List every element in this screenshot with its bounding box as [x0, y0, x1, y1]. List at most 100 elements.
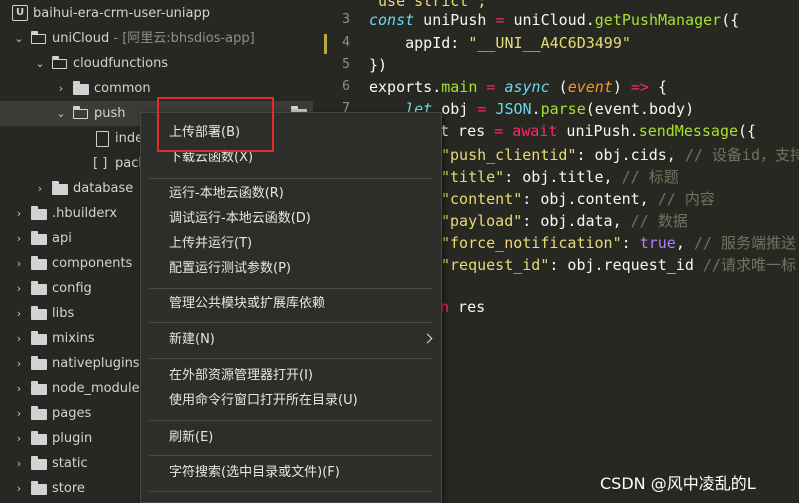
- chevron-right-icon[interactable]: ›: [13, 226, 25, 251]
- chevron-right-icon[interactable]: ›: [13, 401, 25, 426]
- chevron-down-icon[interactable]: ⌄: [34, 51, 46, 76]
- folder-icon: [31, 256, 47, 270]
- tree-item-label: common: [94, 81, 151, 96]
- menu-item-upload-and-run[interactable]: 上传并运行(T): [141, 231, 441, 256]
- tree-item-label: nativeplugins: [52, 356, 140, 371]
- chevron-right-icon[interactable]: ›: [34, 176, 46, 201]
- menu-item-refresh[interactable]: 刷新(E): [141, 425, 441, 450]
- code-line: "force_notification": true, // 服务端推送: [441, 234, 796, 252]
- tree-item-cloudfunctions[interactable]: ⌄ cloudfunctions: [0, 51, 313, 76]
- chevron-right-icon: [422, 333, 433, 344]
- chevron-right-icon[interactable]: ›: [13, 251, 25, 276]
- menu-item-debug-local[interactable]: 调试运行-本地云函数(D): [141, 206, 441, 231]
- chevron-right-icon[interactable]: ›: [13, 376, 25, 401]
- folder-icon: [31, 456, 47, 470]
- tree-item-label: libs: [52, 306, 75, 321]
- menu-item-open-in-explorer[interactable]: 在外部资源管理器打开(I): [141, 363, 441, 388]
- code-line: t res = await uniPush.sendMessage({: [440, 122, 757, 140]
- code-line: "payload": obj.data, // 数据: [441, 212, 688, 230]
- tree-item-label: static: [52, 456, 88, 471]
- folder-icon: [73, 81, 89, 95]
- menu-divider: [149, 420, 433, 421]
- code-line: 'use strict';: [369, 0, 487, 10]
- context-menu: 上传部署(B) 下载云函数(X) 运行-本地云函数(R) 调试运行-本地云函数(…: [140, 112, 442, 503]
- chevron-right-icon[interactable]: ›: [13, 326, 25, 351]
- tree-item-label: config: [52, 281, 92, 296]
- menu-item-run-local[interactable]: 运行-本地云函数(R): [141, 181, 441, 206]
- watermark: CSDN @风中凌乱的L: [600, 474, 756, 493]
- tree-item-label: api: [52, 231, 72, 246]
- code-line: exports.main = async (event) => {: [369, 78, 668, 96]
- chevron-right-icon[interactable]: ›: [13, 276, 25, 301]
- code-line: "content": obj.content, // 内容: [441, 190, 715, 208]
- folder-icon: [31, 306, 47, 320]
- line-number: 3: [342, 12, 350, 27]
- folder-icon: [31, 481, 47, 495]
- folder-icon: [31, 431, 47, 445]
- menu-divider: [149, 178, 433, 179]
- chevron-down-icon[interactable]: ⌄: [13, 26, 25, 51]
- modified-line-marker: [324, 34, 327, 54]
- menu-divider: [149, 455, 433, 456]
- tree-item-label: uniCloud: [52, 31, 110, 46]
- tree-item-label: database: [73, 181, 134, 196]
- code-line: }): [369, 56, 388, 74]
- menu-item-text-search[interactable]: 字符搜索(选中目录或文件)(F): [141, 460, 441, 485]
- tree-item-label: components: [52, 256, 133, 271]
- tree-item-label: baihui-era-crm-user-uniapp: [33, 6, 211, 21]
- chevron-right-icon[interactable]: ›: [13, 476, 25, 501]
- line-number: 6: [342, 79, 350, 94]
- folder-icon: [52, 181, 68, 195]
- menu-item-open-in-terminal[interactable]: 使用命令行窗口打开所在目录(U): [141, 388, 441, 413]
- folder-open-icon: [72, 105, 89, 120]
- code-line: "push_clientid": obj.cids, // 设备id，支持: [441, 146, 799, 164]
- project-icon: U: [12, 5, 28, 21]
- folder-icon: [31, 381, 47, 395]
- code-line: "title": obj.title, // 标题: [441, 168, 679, 186]
- tree-item-label: push: [94, 106, 126, 121]
- folder-icon: [31, 406, 47, 420]
- chevron-right-icon[interactable]: ›: [13, 201, 25, 226]
- tree-item-unicloud[interactable]: ⌄ uniCloud - [阿里云:bhsdios-app]: [0, 26, 313, 51]
- code-line: appId: "__UNI__A4C6D3499": [369, 34, 631, 52]
- line-number: 5: [342, 57, 350, 72]
- menu-divider: [149, 491, 433, 492]
- menu-item-manage-dependencies[interactable]: 管理公共模块或扩展库依赖: [141, 291, 441, 316]
- menu-divider: [149, 322, 433, 323]
- folder-icon: [31, 206, 47, 220]
- line-number: 4: [342, 35, 350, 50]
- folder-icon: [31, 231, 47, 245]
- folder-open-icon: [30, 30, 47, 45]
- folder-icon: [31, 356, 47, 370]
- chevron-down-icon[interactable]: ⌄: [55, 101, 67, 126]
- tree-item-label: pages: [52, 406, 92, 421]
- menu-item-configure-test-params[interactable]: 配置运行测试参数(P): [141, 256, 441, 281]
- tree-item-label: store: [52, 481, 85, 496]
- tree-item-label: pacl: [115, 156, 142, 171]
- chevron-right-icon[interactable]: ›: [13, 451, 25, 476]
- json-file-icon: [ ]: [93, 156, 108, 171]
- folder-icon: [31, 281, 47, 295]
- tree-item-project[interactable]: U baihui-era-crm-user-uniapp: [0, 1, 313, 26]
- annotation-highlight-box: [157, 97, 274, 152]
- menu-divider: [149, 288, 433, 289]
- code-line: "request_id": obj.request_id //请求唯一标: [441, 256, 796, 274]
- tree-item-label: mixins: [52, 331, 95, 346]
- code-line: const uniPush = uniCloud.getPushManager(…: [369, 11, 740, 29]
- chevron-right-icon[interactable]: ›: [13, 426, 25, 451]
- menu-item-new[interactable]: 新建(N): [141, 327, 441, 352]
- menu-divider: [149, 358, 433, 359]
- cloud-provider-label: - [阿里云:bhsdios-app]: [109, 31, 255, 46]
- folder-open-icon: [51, 55, 68, 70]
- tree-item-label: cloudfunctions: [73, 56, 169, 71]
- folder-icon: [31, 331, 47, 345]
- chevron-right-icon[interactable]: ›: [55, 76, 67, 101]
- tree-item-label: .hbuilderx: [52, 206, 118, 221]
- tree-item-label: plugin: [52, 431, 93, 446]
- file-icon: [96, 131, 109, 147]
- chevron-right-icon[interactable]: ›: [13, 351, 25, 376]
- tree-item-label: inde: [115, 131, 144, 146]
- tree-item-label: node_modules: [52, 381, 147, 396]
- chevron-right-icon[interactable]: ›: [13, 301, 25, 326]
- code-line: n res: [440, 298, 486, 316]
